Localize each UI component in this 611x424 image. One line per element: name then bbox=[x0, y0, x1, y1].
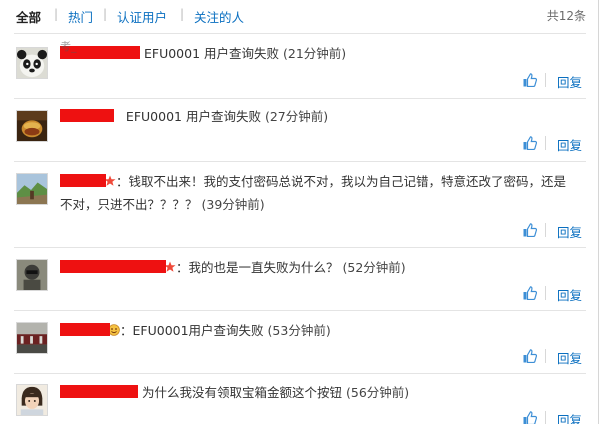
comment-item: 考_ EFU0001 用户查询失败 (21分钟前) 回复 bbox=[0, 34, 598, 98]
timestamp: (21分钟前) bbox=[283, 46, 347, 61]
tab-verified-users[interactable]: 认证用户 bbox=[117, 7, 167, 26]
comment-body: ：EFU0001用户查询失败 bbox=[120, 323, 264, 338]
thumbs-up-icon[interactable] bbox=[523, 73, 537, 87]
action-divider bbox=[545, 73, 546, 87]
action-divider bbox=[545, 136, 546, 150]
timestamp: (39分钟前) bbox=[201, 197, 265, 212]
reply-link[interactable]: 回复 bbox=[557, 135, 582, 154]
comment-item: EFU0001 用户查询失败 (27分钟前) 回复 bbox=[0, 99, 598, 161]
thumbs-up-icon[interactable] bbox=[523, 223, 537, 237]
comment-text: EFU0001 用户查询失败 (27分钟前) bbox=[60, 105, 588, 128]
avatar[interactable] bbox=[16, 322, 48, 354]
comment-actions: 回复 bbox=[520, 135, 590, 154]
tab-all[interactable]: 全部 bbox=[16, 7, 41, 26]
total-count: 共12条 bbox=[546, 9, 586, 23]
avatar[interactable] bbox=[16, 47, 48, 79]
thumbs-up-icon[interactable] bbox=[523, 349, 537, 363]
comment-item: ：EFU0001用户查询失败 (53分钟前) 回复 bbox=[0, 311, 598, 373]
avatar[interactable] bbox=[16, 259, 48, 291]
action-divider bbox=[545, 286, 546, 300]
username-redacted[interactable] bbox=[60, 109, 114, 122]
avatar[interactable] bbox=[16, 384, 48, 416]
thumbs-up-icon[interactable] bbox=[523, 136, 537, 150]
comment-actions: 回复 bbox=[520, 411, 590, 424]
timestamp: (56分钟前) bbox=[345, 385, 410, 400]
comment-body: 为什么我没有领取宝箱金额这个按钮 bbox=[141, 385, 342, 400]
tab-separator: | bbox=[180, 7, 185, 21]
reply-link[interactable]: 回复 bbox=[557, 72, 582, 91]
comment-body: EFU0001 用户查询失败 bbox=[125, 109, 261, 124]
reply-link[interactable]: 回复 bbox=[557, 222, 582, 241]
comment-body-continued: 不对，只进不出？？？？ bbox=[60, 197, 198, 212]
comment-text: ：EFU0001用户查询失败 (53分钟前) bbox=[60, 319, 588, 342]
reply-link[interactable]: 回复 bbox=[557, 348, 582, 367]
avatar[interactable] bbox=[16, 110, 48, 142]
reply-link[interactable]: 回复 bbox=[557, 285, 582, 304]
timestamp: (27分钟前) bbox=[264, 109, 329, 124]
reply-link[interactable]: 回复 bbox=[557, 410, 582, 424]
tab-separator: | bbox=[54, 7, 59, 21]
timestamp: (52分钟前) bbox=[342, 260, 406, 275]
comment-item: ：我的也是一直失败为什么？ (52分钟前) 回复 bbox=[0, 248, 598, 310]
comment-actions: 回复 bbox=[520, 285, 590, 304]
action-divider bbox=[545, 349, 546, 363]
comment-body: ：我的也是一直失败为什么？ bbox=[176, 260, 339, 275]
filter-tabs: 全部 | 热门 | 认证用户 | 关注的人 共12条 bbox=[0, 0, 611, 30]
comment-actions: 回复 bbox=[520, 72, 590, 91]
action-divider bbox=[545, 223, 546, 237]
comment-body: ：钱取不出来！我的支付密码总说不对，我以为自己记错，特意还改了密码，还是 bbox=[116, 174, 567, 189]
comment-text: ：钱取不出来！我的支付密码总说不对，我以为自己记错，特意还改了密码，还是 不对，… bbox=[60, 170, 588, 216]
comment-actions: 回复 bbox=[520, 348, 590, 367]
username-redacted[interactable] bbox=[60, 174, 106, 187]
username-redacted[interactable] bbox=[60, 323, 110, 336]
avatar[interactable] bbox=[16, 173, 48, 205]
panel-border bbox=[598, 0, 599, 424]
tab-separator: | bbox=[103, 7, 108, 21]
timestamp: (53分钟前) bbox=[267, 323, 331, 338]
tab-following[interactable]: 关注的人 bbox=[194, 7, 244, 26]
comment-text: ：我的也是一直失败为什么？ (52分钟前) bbox=[60, 256, 588, 279]
comment-body: EFU0001 用户查询失败 bbox=[143, 46, 280, 61]
comment-actions: 回复 bbox=[520, 222, 590, 241]
comment-item: 为什么我没有领取宝箱金额这个按钮 (56分钟前) 回复 bbox=[0, 374, 598, 424]
comment-item: ：钱取不出来！我的支付密码总说不对，我以为自己记错，特意还改了密码，还是 不对，… bbox=[0, 162, 598, 247]
username-redacted[interactable] bbox=[60, 385, 138, 398]
thumbs-up-icon[interactable] bbox=[523, 411, 537, 424]
action-divider bbox=[545, 411, 546, 424]
comment-text: 考_ EFU0001 用户查询失败 (21分钟前) bbox=[60, 40, 588, 65]
comment-text: 为什么我没有领取宝箱金额这个按钮 (56分钟前) bbox=[60, 381, 588, 404]
username-redacted[interactable] bbox=[60, 260, 166, 273]
tab-hot[interactable]: 热门 bbox=[68, 7, 93, 26]
thumbs-up-icon[interactable] bbox=[523, 286, 537, 300]
username-redacted[interactable]: 考_ bbox=[60, 40, 140, 59]
